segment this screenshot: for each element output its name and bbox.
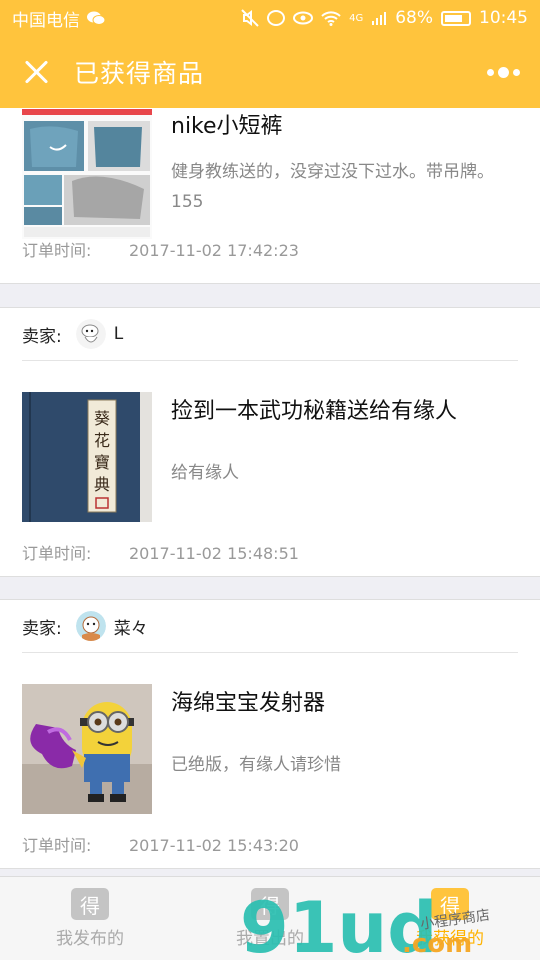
seller-name: 菜々 bbox=[113, 618, 148, 639]
order-card[interactable]: 卖家: L 葵 花 寶 典 捡到一本武功秘籍送给有缘人 给有缘人 订单时间: 20… bbox=[0, 307, 540, 577]
tab-label: 我置出的 bbox=[236, 929, 304, 949]
order-list[interactable]: nike小短裤 健身教练送的，没穿过没下过水。带吊牌。155 订单时间: 2017… bbox=[0, 108, 540, 876]
svg-text:花: 花 bbox=[94, 431, 110, 450]
mute-icon bbox=[241, 9, 259, 27]
battery-percent: 68% bbox=[395, 8, 433, 28]
avatar[interactable] bbox=[75, 611, 106, 641]
signal-icon bbox=[372, 12, 387, 25]
order-time-label: 订单时间: bbox=[22, 544, 92, 563]
wechat-icon bbox=[87, 11, 106, 25]
order-time: 订单时间: 2017-11-02 17:42:23 bbox=[22, 237, 299, 261]
order-time: 订单时间: 2017-11-02 15:48:51 bbox=[22, 540, 299, 564]
tab-label: 我发布的 bbox=[56, 929, 124, 949]
order-time-value: 2017-11-02 15:43:20 bbox=[129, 836, 299, 855]
product-title[interactable]: nike小短裤 bbox=[171, 109, 283, 145]
close-icon[interactable] bbox=[20, 55, 54, 89]
product-image[interactable] bbox=[22, 109, 152, 239]
tab-bar: 得 我发布的 得 我置出的 得 我获得的 bbox=[0, 876, 540, 960]
more-menu-icon[interactable] bbox=[487, 66, 520, 78]
order-time: 订单时间: 2017-11-02 15:43:20 bbox=[22, 832, 299, 856]
product-description: 给有缘人 bbox=[171, 463, 239, 483]
tab-published[interactable]: 得 我发布的 bbox=[0, 877, 180, 960]
wifi-icon bbox=[321, 11, 341, 26]
bag-icon: 得 bbox=[71, 888, 109, 920]
title-bar: 已获得商品 bbox=[0, 36, 540, 108]
seller-row[interactable]: 卖家: L bbox=[22, 308, 518, 361]
product-title[interactable]: 捡到一本武功秘籍送给有缘人 bbox=[171, 394, 457, 430]
carrier-name: 中国电信 bbox=[12, 10, 80, 31]
bag-icon: 得 bbox=[251, 888, 289, 920]
network-type: 4G bbox=[349, 12, 364, 24]
order-card[interactable]: nike小短裤 健身教练送的，没穿过没下过水。带吊牌。155 订单时间: 2017… bbox=[0, 108, 540, 284]
order-time-label: 订单时间: bbox=[22, 241, 92, 260]
seller-row[interactable]: 卖家: 菜々 bbox=[22, 600, 518, 653]
bag-icon: 得 bbox=[431, 888, 469, 920]
order-time-label: 订单时间: bbox=[22, 836, 92, 855]
product-image[interactable]: 葵 花 寶 典 bbox=[22, 392, 152, 522]
tab-label: 我获得的 bbox=[416, 929, 484, 949]
tab-given-away[interactable]: 得 我置出的 bbox=[180, 877, 360, 960]
order-time-value: 2017-11-02 17:42:23 bbox=[129, 241, 299, 260]
product-description: 已绝版，有缘人请珍惜 bbox=[171, 755, 341, 775]
seller-label: 卖家: bbox=[22, 326, 62, 347]
alarm-icon bbox=[267, 10, 286, 26]
order-time-value: 2017-11-02 15:48:51 bbox=[129, 544, 299, 563]
product-description: 健身教练送的，没穿过没下过水。带吊牌。155 bbox=[171, 162, 494, 212]
seller-label: 卖家: bbox=[22, 618, 62, 639]
battery-icon bbox=[441, 10, 471, 26]
order-card[interactable]: 卖家: 菜々 海绵宝宝发射器 已绝版，有缘人请珍惜 订单时间: 2017-11-… bbox=[0, 599, 540, 869]
avatar[interactable] bbox=[75, 319, 106, 349]
eye-icon bbox=[293, 11, 314, 25]
status-bar: 中国电信 4G 68% 10:45 bbox=[0, 0, 540, 36]
tab-obtained[interactable]: 得 我获得的 bbox=[360, 877, 540, 960]
page-title: 已获得商品 bbox=[74, 59, 205, 88]
svg-text:葵: 葵 bbox=[94, 409, 110, 428]
seller-name: L bbox=[113, 324, 124, 344]
product-image[interactable] bbox=[22, 684, 152, 814]
svg-text:典: 典 bbox=[94, 475, 110, 494]
clock-time: 10:45 bbox=[479, 8, 528, 28]
product-title[interactable]: 海绵宝宝发射器 bbox=[171, 686, 325, 722]
svg-text:寶: 寶 bbox=[94, 453, 110, 472]
